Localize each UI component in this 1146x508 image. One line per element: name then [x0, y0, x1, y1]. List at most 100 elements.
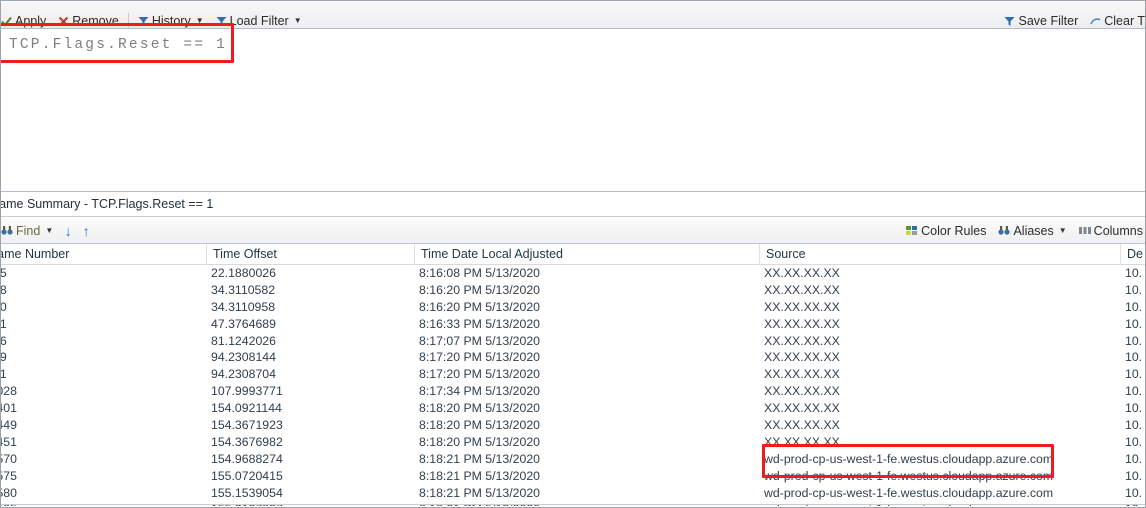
cell-source: XX.XX.XX.XX	[764, 316, 840, 331]
apply-filter-button[interactable]: Apply	[1, 12, 52, 28]
save-filter-funnel-icon	[1004, 16, 1015, 27]
frame-summary-grid[interactable]: 45 22.1880026 8:16:08 PM 5/13/2020 XX.XX.XX…	[1, 265, 1145, 506]
cell-source: XX.XX.XX.XX	[764, 333, 840, 348]
cell-destination: 10.	[1125, 367, 1143, 382]
history-button[interactable]: History ▼	[132, 12, 210, 28]
cell-time-offset: 154.9688274	[211, 451, 283, 466]
column-divider[interactable]	[206, 244, 207, 265]
find-button[interactable]: Find ▼	[1, 221, 59, 240]
clear-text-button[interactable]: Clear T	[1084, 12, 1145, 28]
column-header-destination[interactable]: De	[1127, 247, 1145, 261]
apply-filter-label: Apply	[15, 14, 47, 28]
load-filter-label: Load Filter	[229, 14, 289, 28]
columns-button[interactable]: Columns	[1073, 221, 1145, 240]
cell-time-offset: 107.9993771	[211, 384, 283, 399]
column-divider[interactable]	[1120, 244, 1121, 265]
cell-frame-number: ,575	[1, 468, 17, 483]
grid-bottom-border	[1, 504, 1145, 505]
table-row[interactable]: 51 94.2308704 8:17:20 PM 5/13/2020 XX.XX.XX…	[1, 366, 1145, 383]
column-divider[interactable]	[759, 244, 760, 265]
cell-time-offset: 34.3110958	[211, 299, 276, 314]
cell-time-date-local: 8:16:20 PM 5/13/2020	[419, 299, 541, 314]
column-header-time-offset[interactable]: Time Offset	[213, 247, 408, 261]
table-row[interactable]: ,570 154.9688274 8:18:21 PM 5/13/2020 wd-pr…	[1, 451, 1145, 468]
cell-source: wd-prod-cp-us-west-1-fe.westus.cloudapp.…	[764, 468, 1054, 483]
cell-frame-number: 21	[1, 316, 203, 333]
aliases-button[interactable]: Aliases ▼	[992, 221, 1072, 240]
table-row[interactable]: ,028 107.9993771 8:17:34 PM 5/13/2020 XX.XX…	[1, 383, 1145, 400]
chevron-down-icon[interactable]: ▼	[1059, 226, 1067, 235]
table-row[interactable]: 49 94.2308144 8:17:20 PM 5/13/2020 XX.XX.XX…	[1, 349, 1145, 366]
cell-destination: 10.	[1125, 434, 1143, 449]
table-row[interactable]: ,449 154.3671923 8:18:20 PM 5/13/2020 XX.XX…	[1, 417, 1145, 434]
cell-destination: 10.	[1125, 282, 1143, 297]
cell-frame-number: ,580	[1, 485, 17, 500]
find-toolbar-right-group: Color Rules Aliases ▼ Columns	[900, 221, 1145, 240]
filter-toolbar-right-group: Save Filter Clear T	[998, 11, 1145, 28]
find-toolbar: Find ▼ ↓ ↑ Color Rules Aliases ▼ Columns	[1, 218, 1145, 244]
find-next-button[interactable]: ↓	[59, 222, 77, 240]
cell-destination: 10.	[1125, 468, 1143, 483]
cell-time-date-local: 8:18:21 PM 5/13/2020	[419, 451, 541, 466]
cell-time-date-local: 8:17:34 PM 5/13/2020	[419, 384, 541, 399]
cell-source: XX.XX.XX.XX	[764, 384, 840, 399]
cell-frame-number: 49	[1, 349, 203, 366]
cell-frame-number: ,451	[1, 434, 17, 449]
cell-destination: 10.	[1125, 266, 1143, 280]
aliases-label: Aliases	[1013, 223, 1054, 238]
cell-time-offset: 94.2308144	[211, 350, 276, 365]
cell-time-date-local: 8:16:20 PM 5/13/2020	[419, 282, 541, 297]
cell-frame-number: ,028	[1, 384, 17, 399]
table-row[interactable]: 08 34.3110582 8:16:20 PM 5/13/2020 XX.XX.XX…	[1, 282, 1145, 299]
cell-time-date-local: 8:18:20 PM 5/13/2020	[419, 401, 541, 416]
cell-source: XX.XX.XX.XX	[764, 434, 840, 449]
column-header-frame-number[interactable]: rame Number	[1, 247, 198, 261]
arrow-up-icon: ↑	[82, 222, 90, 239]
cell-source: XX.XX.XX.XX	[764, 299, 840, 314]
clear-text-eraser-icon	[1090, 16, 1101, 27]
table-row[interactable]: ,401 154.0921144 8:18:20 PM 5/13/2020 XX.XX…	[1, 400, 1145, 417]
remove-filter-button[interactable]: Remove	[52, 12, 125, 28]
cell-frame-number: ,570	[1, 451, 17, 466]
cell-source: XX.XX.XX.XX	[764, 401, 840, 416]
table-row[interactable]: 56 81.1242026 8:17:07 PM 5/13/2020 XX.XX.XX…	[1, 333, 1145, 350]
filter-expression-text[interactable]: TCP.Flags.Reset == 1	[9, 37, 227, 53]
cell-time-offset: 47.3764689	[211, 316, 276, 331]
cell-frame-number: 10	[1, 299, 203, 316]
find-previous-button[interactable]: ↑	[77, 222, 95, 240]
table-row[interactable]: 10 34.3110958 8:16:20 PM 5/13/2020 XX.XX.XX…	[1, 299, 1145, 316]
load-filter-funnel-icon	[216, 16, 227, 27]
table-row[interactable]: 21 47.3764689 8:16:33 PM 5/13/2020 XX.XX.XX…	[1, 316, 1145, 333]
filter-expression-editor[interactable]: TCP.Flags.Reset == 1	[1, 29, 1145, 192]
cell-time-date-local: 8:18:21 PM 5/13/2020	[419, 485, 541, 500]
columns-label: Columns	[1093, 223, 1143, 238]
apply-check-icon	[1, 16, 12, 27]
cell-time-date-local: 8:16:08 PM 5/13/2020	[419, 266, 541, 280]
columns-icon	[1078, 225, 1091, 236]
cell-destination: 10.	[1125, 333, 1143, 348]
cell-destination: 10.	[1125, 485, 1143, 500]
cell-frame-number: 51	[1, 366, 203, 383]
table-row[interactable]: ,575 155.0720415 8:18:21 PM 5/13/2020 wd-pr…	[1, 468, 1145, 485]
cell-time-date-local: 8:18:20 PM 5/13/2020	[419, 434, 541, 449]
column-header-source[interactable]: Source	[766, 247, 1114, 261]
binoculars-icon	[1, 225, 13, 236]
filter-toolbar: Apply Remove History ▼ Load Filter ▼ Sav…	[1, 2, 1145, 29]
save-filter-button[interactable]: Save Filter	[998, 12, 1084, 28]
cell-time-date-local: 8:17:20 PM 5/13/2020	[419, 367, 541, 382]
column-divider[interactable]	[414, 244, 415, 265]
cell-frame-number: ,449	[1, 418, 17, 433]
table-row[interactable]: 45 22.1880026 8:16:08 PM 5/13/2020 XX.XX.XX…	[1, 265, 1145, 282]
table-row[interactable]: ,580 155.1539054 8:18:21 PM 5/13/2020 wd-pr…	[1, 485, 1145, 502]
cell-time-offset: 154.0921144	[211, 401, 282, 416]
color-rules-button[interactable]: Color Rules	[900, 221, 992, 240]
save-filter-label: Save Filter	[1018, 14, 1079, 28]
cell-source: XX.XX.XX.XX	[764, 266, 840, 280]
table-row[interactable]: ,451 154.3676982 8:18:20 PM 5/13/2020 XX.XX…	[1, 434, 1145, 451]
chevron-down-icon[interactable]: ▼	[45, 226, 53, 235]
column-header-time-date-local[interactable]: Time Date Local Adjusted	[421, 247, 751, 261]
cell-destination: 10.	[1125, 451, 1143, 466]
load-filter-button[interactable]: Load Filter ▼	[210, 12, 308, 28]
cell-destination: 10.	[1125, 384, 1143, 399]
cell-time-offset: 81.1242026	[211, 333, 276, 348]
